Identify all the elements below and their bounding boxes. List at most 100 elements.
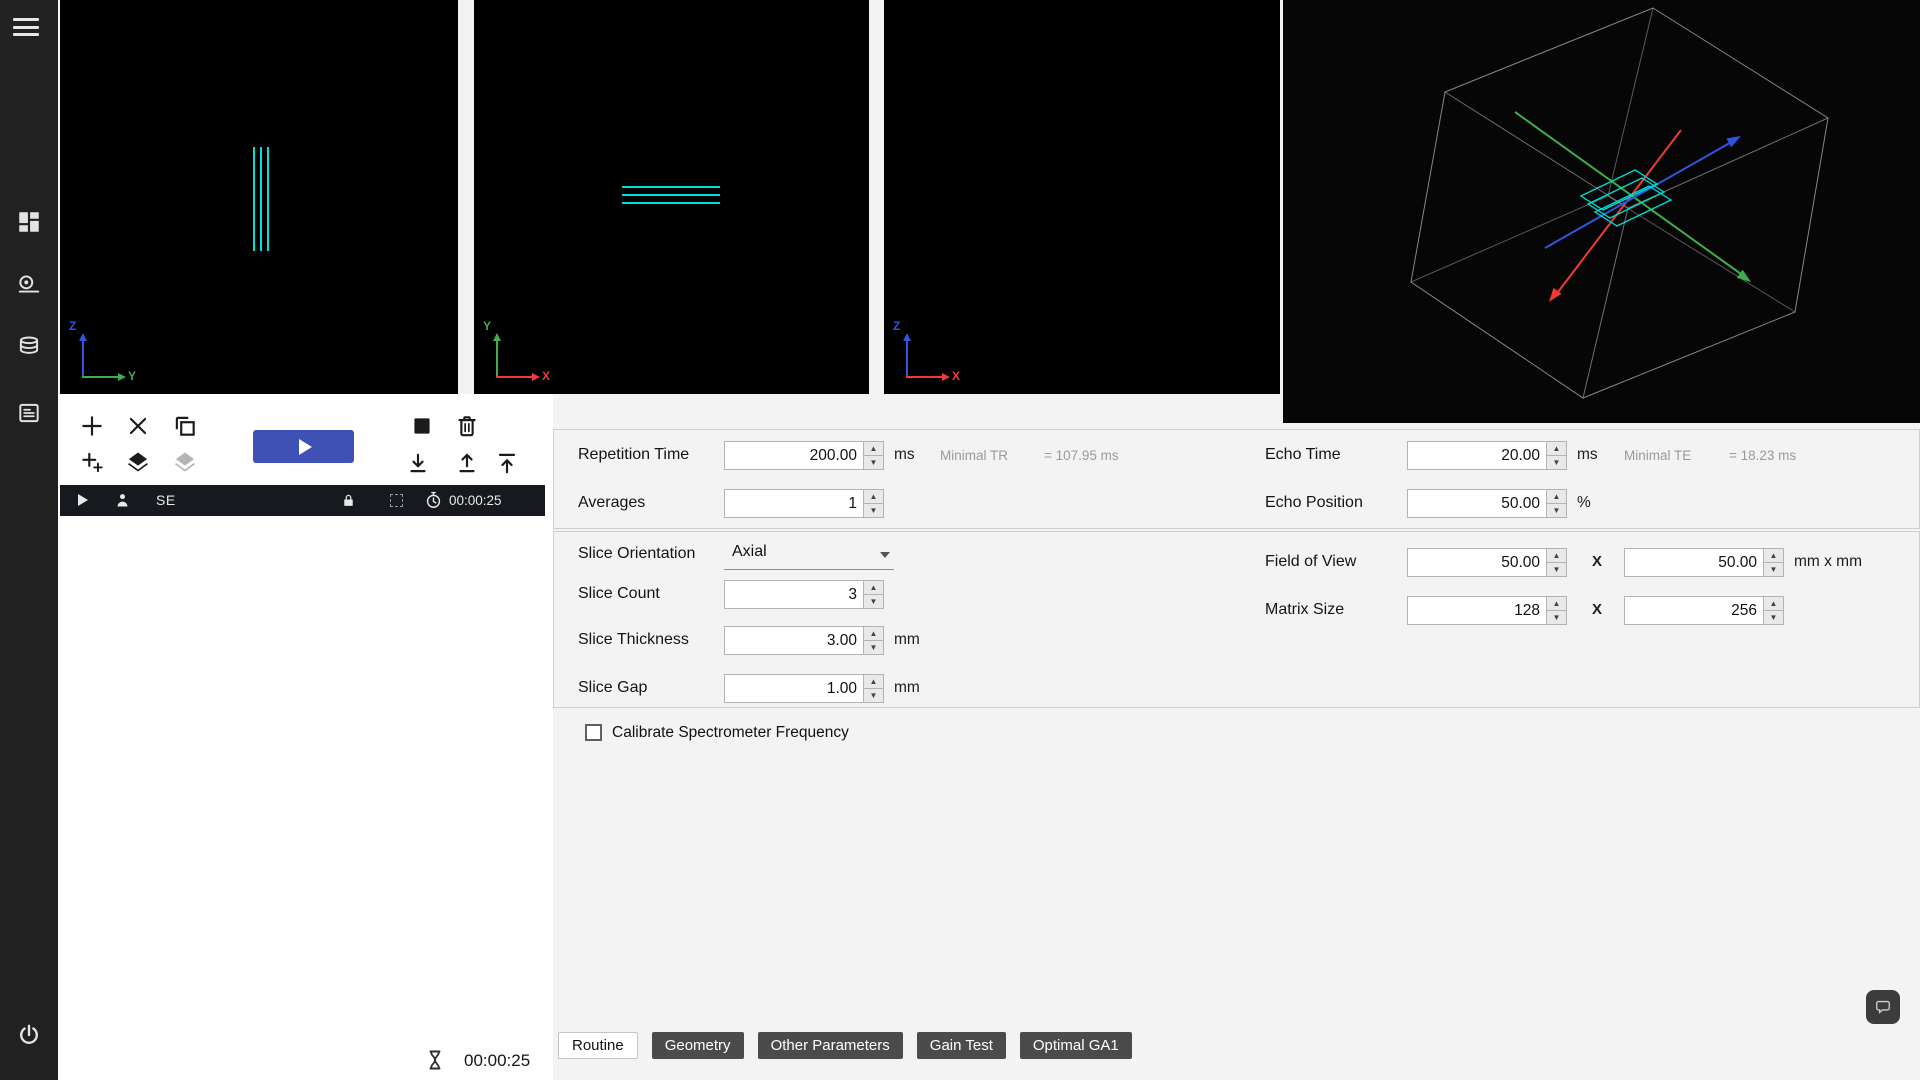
axis-indicator: Z Y	[70, 328, 140, 386]
cube-inner-edges	[1445, 92, 1828, 398]
edit-slices-button[interactable]	[125, 449, 151, 475]
spin-up-icon[interactable]: ▲	[864, 490, 883, 504]
spin-up-icon[interactable]: ▲	[864, 581, 883, 595]
tab-geometry[interactable]: Geometry	[652, 1032, 744, 1059]
lock-icon[interactable]	[340, 492, 357, 509]
stop-button[interactable]	[409, 413, 435, 439]
viewport-axial[interactable]: Z X	[884, 0, 1280, 394]
delete-button[interactable]	[454, 413, 480, 439]
menu-bar	[13, 26, 39, 29]
slice-gap-input[interactable]: 1.00 ▲▼	[724, 674, 884, 703]
spin-up-icon[interactable]: ▲	[864, 442, 883, 456]
spinner: ▲▼	[1763, 597, 1783, 624]
tab-gain-test[interactable]: Gain Test	[917, 1032, 1006, 1059]
publish-button[interactable]	[494, 450, 520, 476]
viewport-coronal[interactable]: Y X	[474, 0, 869, 394]
y-axis-arrowhead-icon	[118, 373, 126, 381]
axis-label-z: Z	[69, 319, 76, 333]
matrix-size-x-input[interactable]: 128 ▲▼	[1407, 596, 1567, 625]
selection-box-icon[interactable]	[390, 494, 403, 507]
field-of-view-y-value[interactable]: 50.00	[1625, 549, 1763, 576]
queue-item[interactable]: SE 00:00:25	[60, 485, 545, 516]
spin-up-icon[interactable]: ▲	[864, 675, 883, 689]
sidebar-item-dashboard[interactable]	[16, 209, 42, 235]
add-button[interactable]	[79, 413, 105, 439]
queue-play-icon[interactable]	[78, 494, 88, 506]
edit-slices-disabled-button[interactable]	[172, 449, 198, 475]
tab-routine[interactable]: Routine	[558, 1032, 638, 1059]
matrix-size-x-value[interactable]: 128	[1408, 597, 1546, 624]
spin-down-icon[interactable]: ▼	[1764, 611, 1783, 624]
echo-position-value[interactable]: 50.00	[1408, 490, 1546, 517]
power-button[interactable]	[16, 1022, 42, 1048]
minimal-te-hint: Minimal TE	[1624, 448, 1691, 463]
slice-count-value[interactable]: 3	[725, 581, 863, 608]
slice-outline	[1581, 170, 1657, 210]
spin-down-icon[interactable]: ▼	[1547, 456, 1566, 469]
person-icon[interactable]	[114, 492, 131, 509]
spin-up-icon[interactable]: ▲	[1547, 597, 1566, 611]
download-button[interactable]	[405, 450, 431, 476]
field-of-view-x-input[interactable]: 50.00 ▲▼	[1407, 548, 1567, 577]
sidebar	[0, 0, 58, 1080]
spin-down-icon[interactable]: ▼	[864, 689, 883, 702]
spin-down-icon[interactable]: ▼	[1547, 563, 1566, 576]
spin-up-icon[interactable]: ▲	[1547, 549, 1566, 563]
menu-icon[interactable]	[13, 18, 39, 38]
averages-input[interactable]: 1 ▲▼	[724, 489, 884, 518]
echo-time-input[interactable]: 20.00 ▲▼	[1407, 441, 1567, 470]
spin-down-icon[interactable]: ▼	[864, 641, 883, 654]
y-axis-arrowhead-icon	[493, 333, 501, 341]
x-axis-arrowhead-icon	[942, 373, 950, 381]
repetition-time-value[interactable]: 200.00	[725, 442, 863, 469]
spin-down-icon[interactable]: ▼	[1764, 563, 1783, 576]
hourglass-icon	[423, 1047, 447, 1073]
viewport-sagittal[interactable]: Z Y	[60, 0, 458, 394]
echo-position-input[interactable]: 50.00 ▲▼	[1407, 489, 1567, 518]
spin-up-icon[interactable]: ▲	[1547, 442, 1566, 456]
repetition-time-input[interactable]: 200.00 ▲▼	[724, 441, 884, 470]
spin-down-icon[interactable]: ▼	[1547, 611, 1566, 624]
remove-button[interactable]	[125, 413, 151, 439]
tab-optimal-ga1[interactable]: Optimal GA1	[1020, 1032, 1132, 1059]
axis-label-y: Y	[483, 319, 491, 333]
spin-down-icon[interactable]: ▼	[864, 595, 883, 608]
echo-time-value[interactable]: 20.00	[1408, 442, 1546, 469]
matrix-size-y-input[interactable]: 256 ▲▼	[1624, 596, 1784, 625]
slice-orientation-select[interactable]: Axial	[724, 540, 894, 570]
slice-gap-value[interactable]: 1.00	[725, 675, 863, 702]
x-axis-arrowhead-icon	[532, 373, 540, 381]
add-multiple-button[interactable]	[79, 449, 105, 475]
copy-button[interactable]	[172, 413, 198, 439]
slice-thickness-value[interactable]: 3.00	[725, 627, 863, 654]
slice-count-input[interactable]: 3 ▲▼	[724, 580, 884, 609]
sidebar-item-article[interactable]	[16, 400, 42, 426]
sidebar-item-stack[interactable]	[16, 334, 42, 360]
spinner: ▲▼	[1546, 442, 1566, 469]
upload-button[interactable]	[454, 450, 480, 476]
spin-down-icon[interactable]: ▼	[864, 504, 883, 517]
calibrate-checkbox[interactable]	[585, 724, 602, 741]
run-button[interactable]	[253, 430, 354, 463]
spin-up-icon[interactable]: ▲	[864, 627, 883, 641]
spin-up-icon[interactable]: ▲	[1764, 597, 1783, 611]
spin-down-icon[interactable]: ▼	[864, 456, 883, 469]
field-of-view-x-value[interactable]: 50.00	[1408, 549, 1546, 576]
field-of-view-unit: mm x mm	[1794, 553, 1862, 571]
calibrate-label[interactable]: Calibrate Spectrometer Frequency	[612, 724, 849, 742]
chat-badge[interactable]	[1866, 990, 1900, 1024]
slice-line	[267, 147, 269, 251]
spin-down-icon[interactable]: ▼	[1547, 504, 1566, 517]
field-of-view-y-input[interactable]: 50.00 ▲▼	[1624, 548, 1784, 577]
tab-other-parameters[interactable]: Other Parameters	[758, 1032, 903, 1059]
slice-thickness-input[interactable]: 3.00 ▲▼	[724, 626, 884, 655]
stop-icon	[409, 413, 435, 439]
averages-value[interactable]: 1	[725, 490, 863, 517]
spin-up-icon[interactable]: ▲	[1764, 549, 1783, 563]
slice-orientation-label: Slice Orientation	[578, 545, 695, 563]
copy-icon	[172, 413, 198, 439]
matrix-size-y-value[interactable]: 256	[1625, 597, 1763, 624]
sidebar-item-scanner[interactable]	[16, 271, 42, 297]
viewport-3d[interactable]	[1283, 0, 1920, 423]
spin-up-icon[interactable]: ▲	[1547, 490, 1566, 504]
